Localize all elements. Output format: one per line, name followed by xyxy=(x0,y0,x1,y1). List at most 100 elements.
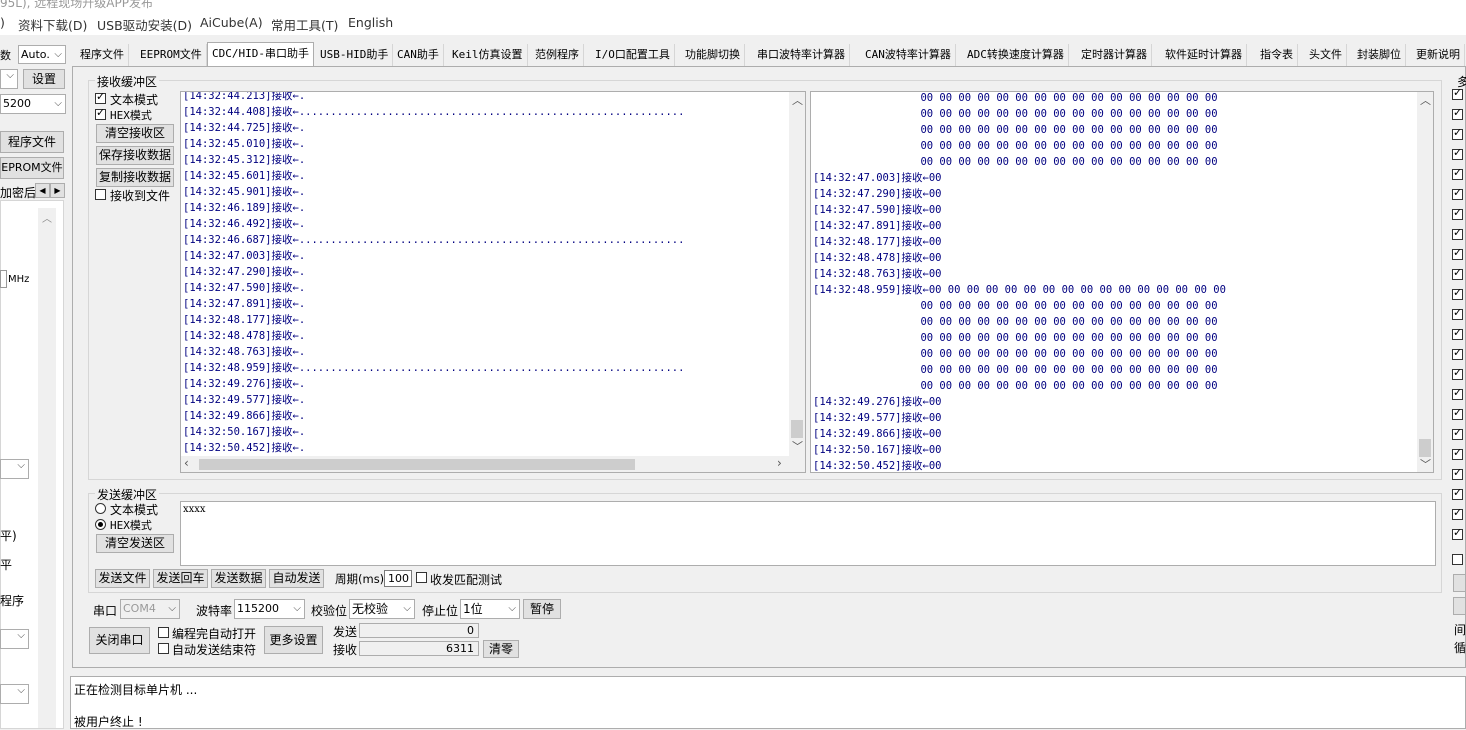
tab-11[interactable]: ADC转换速度计算器 xyxy=(963,44,1069,66)
right-edge-checkbox[interactable] xyxy=(1452,266,1463,280)
tab-4[interactable]: CAN助手 xyxy=(393,44,444,66)
tab-15[interactable]: 头文件 xyxy=(1305,44,1347,66)
clear-count-button[interactable]: 清零 xyxy=(483,640,519,658)
clear-receive-button[interactable]: 清空接收区 xyxy=(96,124,174,143)
settings-button[interactable]: 设置 xyxy=(23,69,65,89)
right-edge-checkbox[interactable] xyxy=(1452,206,1463,220)
receive-text-hscrollbar[interactable]: ‹ › xyxy=(181,456,789,472)
tab-13[interactable]: 软件延时计算器 xyxy=(1161,44,1247,66)
baud-select[interactable]: 115200 ⌵ xyxy=(234,599,305,619)
tab-16[interactable]: 封装脚位 xyxy=(1353,44,1406,66)
match-test-checkbox[interactable] xyxy=(416,572,427,583)
parity-select[interactable]: 无校验 ⌵ xyxy=(349,599,415,619)
send-file-button[interactable]: 发送文件 xyxy=(95,569,150,588)
stop-bits-select[interactable]: 1位 ⌵ xyxy=(460,599,520,619)
auto-end-checkbox[interactable] xyxy=(158,643,169,654)
tab-6[interactable]: 范例程序 xyxy=(531,44,584,66)
right-edge-checkbox[interactable] xyxy=(1452,146,1463,160)
recv-to-file-checkbox[interactable] xyxy=(95,189,106,200)
receive-text-area[interactable]: [14:32:44.213]接收←. [14:32:44.408]接收←.....… xyxy=(180,91,806,473)
chevron-up-icon: ︿ xyxy=(1420,94,1431,107)
send-text-area[interactable]: xxxx xyxy=(180,501,1436,566)
right-edge-checkbox[interactable] xyxy=(1452,106,1463,120)
scroll-thumb[interactable] xyxy=(791,420,803,438)
tab-14[interactable]: 指令表 xyxy=(1256,44,1298,66)
right-edge-checkbox[interactable] xyxy=(1452,406,1463,420)
menu-tools[interactable]: 常用工具(T) xyxy=(271,15,338,34)
left-encrypt-tab[interactable]: 加密后 xyxy=(0,184,36,201)
send-text-mode-radio[interactable] xyxy=(95,503,106,514)
send-hex-mode-radio[interactable] xyxy=(95,519,106,530)
receive-text-vscrollbar[interactable]: ︿ ﹀ xyxy=(789,92,805,472)
send-data-button[interactable]: 发送数据 xyxy=(211,569,266,588)
period-input[interactable]: 100 xyxy=(384,570,412,587)
clear-send-button[interactable]: 清空发送区 xyxy=(96,534,174,553)
tab-7[interactable]: I/O口配置工具 xyxy=(591,44,675,66)
receive-hex-line: [14:32:50.452]接收←00 xyxy=(813,460,942,472)
recv-text-mode-checkbox[interactable] xyxy=(95,90,106,104)
tab-12[interactable]: 定时器计算器 xyxy=(1077,44,1152,66)
close-port-button[interactable]: 关闭串口 xyxy=(89,627,150,654)
save-receive-button[interactable]: 保存接收数据 xyxy=(96,146,174,165)
tab-10[interactable]: CAN波特率计算器 xyxy=(861,44,956,66)
send-return-button[interactable]: 发送回车 xyxy=(153,569,208,588)
right-edge-checkbox[interactable] xyxy=(1452,446,1463,460)
left-select-4[interactable]: ⌵ xyxy=(0,684,29,704)
right-edge-button-1[interactable] xyxy=(1453,574,1466,592)
receive-hex-area[interactable]: 00 00 00 00 00 00 00 00 00 00 00 00 00 0… xyxy=(810,91,1434,473)
left-eeprom-file-button[interactable]: EPROM文件 xyxy=(0,157,64,179)
auto-open-checkbox[interactable] xyxy=(158,627,169,638)
right-edge-checkbox[interactable] xyxy=(1452,426,1463,440)
left-select-3[interactable]: ⌵ xyxy=(0,629,29,649)
more-settings-button[interactable]: 更多设置 xyxy=(264,626,323,654)
menu-download[interactable]: 资料下载(D) xyxy=(18,15,87,34)
right-edge-checkbox[interactable] xyxy=(1452,526,1463,540)
right-edge-checkbox[interactable] xyxy=(1452,346,1463,360)
tab-scroll-left-icon[interactable]: ◀ xyxy=(35,183,50,198)
auto-send-button[interactable]: 自动发送 xyxy=(269,569,324,588)
tab-0[interactable]: 程序文件 xyxy=(76,44,129,66)
tab-8[interactable]: 功能脚切换 xyxy=(681,44,745,66)
left-select-fragment[interactable]: ⌵ xyxy=(0,69,18,89)
tab-1[interactable]: EEPROM文件 xyxy=(136,44,207,66)
tab-9[interactable]: 串口波特率计算器 xyxy=(753,44,850,66)
right-edge-checkbox[interactable] xyxy=(1452,226,1463,240)
menu-usb-driver[interactable]: USB驱动安装(D) xyxy=(97,15,192,34)
mhz-input-fragment[interactable] xyxy=(0,270,7,288)
tab-17[interactable]: 更新说明 xyxy=(1412,44,1465,66)
right-edge-checkbox[interactable] xyxy=(1452,286,1463,300)
port-label: 串口 xyxy=(93,604,118,618)
right-edge-checkbox[interactable] xyxy=(1452,506,1463,520)
right-edge-checkbox[interactable] xyxy=(1452,486,1463,500)
right-edge-checkbox[interactable] xyxy=(1452,86,1463,100)
right-edge-checkbox[interactable] xyxy=(1452,466,1463,480)
scroll-thumb[interactable] xyxy=(199,459,635,470)
tab-5[interactable]: Keil仿真设置 xyxy=(448,44,528,66)
menu-english[interactable]: English xyxy=(348,15,393,30)
left-scrollbar[interactable]: ︿ xyxy=(38,208,56,728)
right-edge-checkbox[interactable] xyxy=(1452,246,1463,260)
right-edge-checkbox[interactable] xyxy=(1452,186,1463,200)
right-edge-button-2[interactable] xyxy=(1453,597,1466,615)
auto-select[interactable]: Auto. ⌵ xyxy=(18,45,66,64)
left-baud-select[interactable]: 5200 ⌵ xyxy=(0,94,66,114)
right-edge-checkbox[interactable] xyxy=(1452,386,1463,400)
left-program-file-button[interactable]: 程序文件 xyxy=(0,131,64,153)
menu-aicube[interactable]: AiCube(A) xyxy=(200,15,263,30)
tab-3[interactable]: USB-HID助手 xyxy=(316,44,394,66)
receive-hex-vscrollbar[interactable]: ︿ ﹀ xyxy=(1417,92,1433,472)
port-select[interactable]: COM4 ⌵ xyxy=(120,599,180,619)
right-edge-checkbox[interactable] xyxy=(1452,326,1463,340)
right-edge-checkbox[interactable] xyxy=(1452,166,1463,180)
tab-scroll-right-icon[interactable]: ▶ xyxy=(50,183,65,198)
right-edge-checkbox[interactable] xyxy=(1452,306,1463,320)
recv-hex-mode-checkbox[interactable] xyxy=(95,106,106,120)
right-edge-checkbox[interactable] xyxy=(1452,366,1463,380)
pause-button[interactable]: 暂停 xyxy=(523,599,561,619)
right-edge-checkbox[interactable] xyxy=(1452,126,1463,140)
copy-receive-button[interactable]: 复制接收数据 xyxy=(96,168,174,187)
tab-2[interactable]: CDC/HID-串口助手 xyxy=(207,42,314,67)
right-edge-checkbox-extra[interactable] xyxy=(1452,554,1463,565)
left-select-2[interactable]: ⌵ xyxy=(0,459,29,479)
scroll-thumb[interactable] xyxy=(1419,439,1431,457)
